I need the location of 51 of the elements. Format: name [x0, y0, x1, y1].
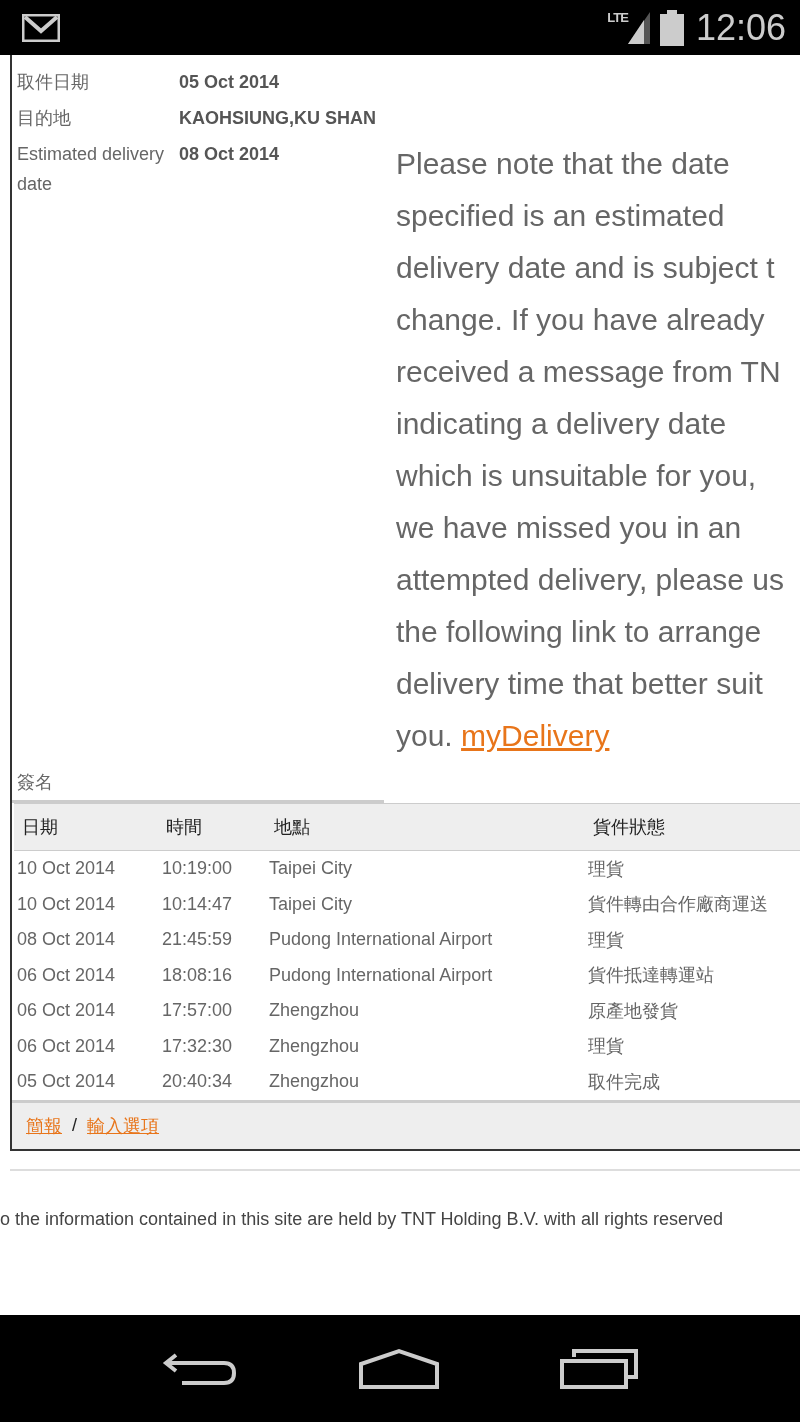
table-cell-text: 原產地發貨	[588, 999, 679, 1023]
mail-icon	[22, 13, 60, 42]
table-cell: 理貨	[588, 850, 800, 887]
clock: 12:06	[695, 6, 786, 49]
table-cell-text: 18:08:16	[162, 963, 234, 987]
table-cell: Zhengzhou	[269, 993, 588, 1029]
network-type: LTE	[607, 10, 628, 25]
table-cell-text: 06 Oct 2014	[16, 999, 117, 1023]
detail-value: KAOHSIUNG,KU SHAN	[179, 107, 377, 130]
signal-icon	[627, 11, 650, 44]
recent-apps-icon[interactable]	[560, 1348, 638, 1389]
footer-link[interactable]: 輸入選項	[87, 1113, 159, 1138]
table-cell: Zhengzhou	[269, 1064, 588, 1100]
table-cell: 05 Oct 2014	[14, 1064, 162, 1100]
table-cell-text: 取件完成	[588, 1070, 661, 1094]
table-cell-text: 貨件抵達轉運站	[588, 964, 715, 988]
table-cell-text: 06 Oct 2014	[16, 1034, 117, 1058]
table-cell: Taipei City	[269, 850, 588, 887]
my-delivery-link[interactable]: myDelivery	[461, 719, 610, 752]
table-cell: 20:40:34	[162, 1064, 269, 1100]
table-cell-text: 21:45:59	[162, 928, 234, 952]
column-header: 地點	[269, 803, 588, 851]
battery-icon	[659, 9, 684, 46]
detail-value: 08 Oct 2014	[179, 143, 281, 166]
table-cell: Pudong International Airport	[269, 922, 588, 958]
detail-label: 取件日期	[17, 71, 90, 94]
table-cell: Pudong International Airport	[269, 957, 588, 993]
column-header: 時間	[162, 803, 269, 851]
table-cell: Zhengzhou	[269, 1028, 588, 1064]
table-cell-text: 貨件轉由合作廠商運送	[588, 893, 769, 917]
column-header: 貨件狀態	[588, 803, 800, 851]
table-cell-text: 理貨	[588, 1035, 625, 1059]
table-cell-text: 10 Oct 2014	[16, 892, 117, 916]
table-cell: 10:14:47	[162, 886, 269, 922]
table-cell-text: 理貨	[588, 928, 625, 952]
table-cell: 10:19:00	[162, 850, 269, 887]
link-separator: /	[72, 1115, 77, 1136]
footer-link[interactable]: 簡報	[26, 1113, 62, 1138]
table-cell: 17:57:00	[162, 993, 269, 1029]
home-icon[interactable]	[358, 1347, 440, 1390]
table-cell: 08 Oct 2014	[14, 922, 162, 958]
table-cell: 10 Oct 2014	[14, 850, 162, 887]
table-cell: 17:32:30	[162, 1028, 269, 1064]
detail-label: Estimated delivery date	[17, 143, 166, 196]
copyright-text: o the information contained in this site are held by TNT Holding B.V. with all rights reserved	[0, 1208, 725, 1230]
detail-value: 05 Oct 2014	[179, 71, 281, 94]
delivery-note: Please note that the date specified is an estimated delivery date and is subject t change. If you have already received a message from TN indicating a delivery date which is unsuitable for you, we have missed you in an attempted delivery, please us the following link to arrange delivery time that better suit you. myDelivery	[396, 146, 784, 754]
column-header: 日期	[14, 803, 162, 851]
table-cell-text: 06 Oct 2014	[16, 963, 117, 987]
detail-label: 目的地	[17, 107, 72, 130]
table-cell: Taipei City	[269, 886, 588, 922]
